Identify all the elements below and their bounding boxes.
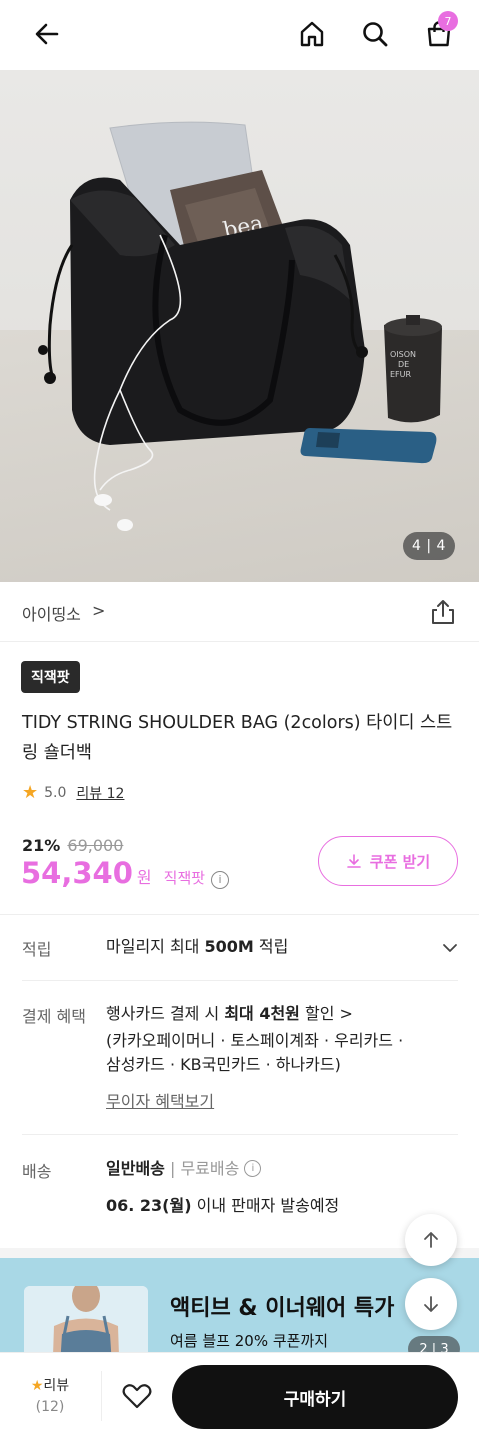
product-image[interactable]: bea OISON DE EFUR 4 | 4 (0, 70, 479, 582)
benefits-suffix: 할인 > (299, 1004, 353, 1023)
review-link[interactable]: 리뷰 12 (76, 783, 124, 803)
wishlist-button[interactable] (120, 1379, 154, 1413)
review-count: (12) (35, 1399, 65, 1415)
scroll-up-button[interactable] (405, 1214, 457, 1266)
model-illustration (24, 1286, 148, 1358)
search-button[interactable] (355, 14, 395, 54)
points-value[interactable]: 마일리지 최대 500M 적립 (106, 934, 288, 959)
cup-text-3: EFUR (390, 370, 412, 379)
sale-price: 54,340 (21, 856, 133, 890)
home-button[interactable] (292, 14, 332, 54)
banner-subline: 여름 블프 20% 쿠폰까지 (170, 1332, 329, 1350)
points-prefix: 마일리지 최대 (106, 937, 205, 956)
benefits-line-3: 삼성카드 · KB국민카드 · 하나카드) (106, 1055, 341, 1074)
shipping-separator: | (164, 1159, 181, 1178)
seller-row: 아이띵소 > (0, 582, 479, 642)
points-label: 적립 (22, 940, 52, 959)
bar-separator (101, 1371, 102, 1421)
price-tag: 직잭팟 (163, 869, 206, 887)
back-arrow-icon (35, 23, 59, 45)
bottom-action-bar: ★리뷰 (12) 구매하기 (0, 1352, 479, 1440)
banner-headline: 액티브 & 이너웨어 특가 (170, 1296, 395, 1321)
scroll-down-button[interactable] (405, 1278, 457, 1330)
product-title: TIDY STRING SHOULDER BAG (2colors) 타이디 스… (22, 713, 453, 763)
download-icon (346, 854, 361, 868)
cup-text-2: DE (398, 360, 409, 369)
arrow-down-icon (424, 1296, 438, 1312)
rating-score: 5.0 (44, 784, 67, 801)
product-photo-illustration: bea OISON DE EFUR (38, 121, 442, 531)
star-icon: ★ (30, 1378, 44, 1394)
shipping-date-row: 06. 23(월) 이내 판매자 발송예정 (106, 1193, 339, 1218)
shipping-type: 일반배송 (106, 1159, 165, 1178)
banner-product-image (24, 1286, 148, 1358)
coupon-button[interactable]: 쿠폰 받기 (318, 836, 458, 886)
row-divider (22, 1134, 458, 1135)
rating-row: ★ 5.0 리뷰 12 (22, 782, 124, 803)
share-icon (432, 600, 454, 624)
review-label: 리뷰 (43, 1378, 70, 1394)
shipping-date-suffix: 이내 판매자 발송예정 (191, 1196, 340, 1215)
info-icon[interactable]: i (211, 870, 230, 889)
shipping-fee: 무료배송 (180, 1159, 240, 1178)
currency-unit: 원 (136, 868, 152, 887)
share-button[interactable] (429, 598, 457, 626)
app-header: 7 (0, 0, 479, 70)
buy-button[interactable]: 구매하기 (172, 1365, 458, 1429)
price-row: 54,340 원 직잭팟 i (21, 856, 230, 890)
home-icon (300, 21, 324, 47)
info-icon[interactable]: i (244, 1160, 262, 1177)
heart-icon (122, 1384, 152, 1409)
shipping-label: 배송 (22, 1162, 52, 1181)
shipping-date: 06. 23(월) (106, 1196, 192, 1215)
points-suffix: 적립 (253, 937, 289, 956)
benefits-line-1[interactable]: 행사카드 결제 시 최대 4천원 할인 > (106, 1001, 353, 1026)
shipping-type-row: 일반배송 | 무료배송 i (106, 1156, 262, 1181)
seller-name-link[interactable]: 아이띵소 (22, 601, 81, 625)
section-divider (0, 914, 479, 915)
back-button[interactable] (27, 14, 67, 54)
promo-chip: 직잭팟 (21, 661, 80, 693)
benefits-label: 결제 혜택 (22, 1007, 86, 1026)
arrow-up-icon (424, 1232, 438, 1248)
original-price: 69,000 (67, 836, 124, 855)
points-amount: 500M (204, 937, 254, 956)
interest-free-link[interactable]: 무이자 혜택보기 (106, 1089, 214, 1114)
chevron-down-icon[interactable] (440, 938, 460, 958)
discount-row: 21% 69,000 (22, 836, 123, 855)
benefits-line-2: (카카오페이머니 · 토스페이계좌 · 우리카드 · (106, 1031, 404, 1050)
cart-count-badge: 7 (438, 11, 458, 31)
cart-button[interactable]: 7 (419, 11, 459, 54)
cup-text-1: OISON (390, 350, 416, 359)
discount-percent: 21% (22, 836, 61, 855)
review-button[interactable]: ★리뷰 (12) (22, 1375, 78, 1415)
image-counter: 4 | 4 (403, 532, 455, 560)
chevron-right-icon: > (92, 601, 106, 620)
star-icon: ★ (22, 782, 39, 803)
benefits-prefix: 행사카드 결제 시 (106, 1004, 225, 1023)
row-divider (22, 980, 458, 981)
search-icon (363, 22, 388, 47)
coupon-label: 쿠폰 받기 (369, 852, 431, 871)
benefits-bold: 최대 4천원 (224, 1004, 300, 1023)
